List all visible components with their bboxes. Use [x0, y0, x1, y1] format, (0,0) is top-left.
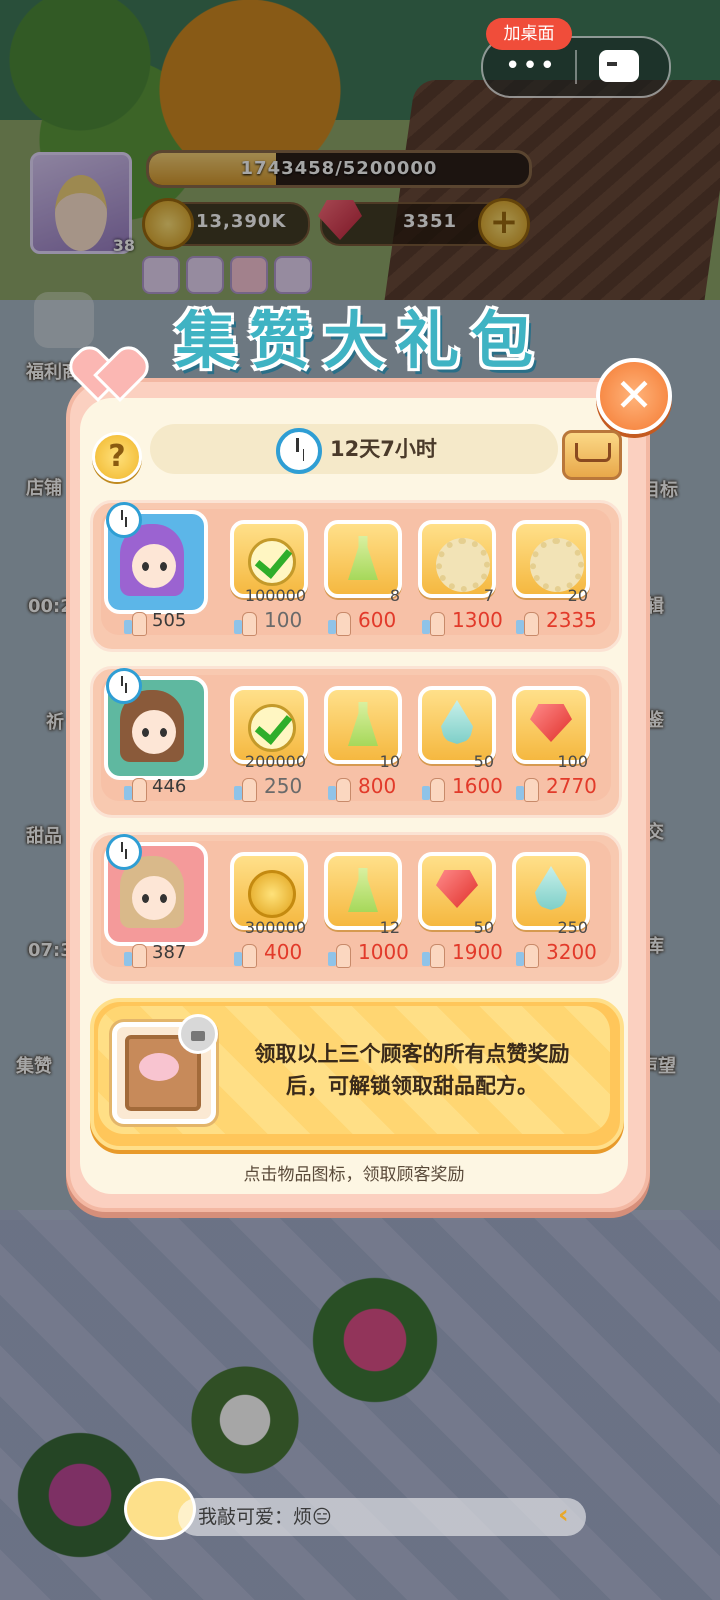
thumbs-up-icon [420, 610, 445, 636]
reward-quantity: 12 [379, 918, 400, 937]
drop-icon [535, 866, 567, 910]
customer-likes: 446 [152, 776, 187, 797]
customer-eye [142, 562, 149, 571]
reward-like-threshold: 1300 [452, 608, 503, 632]
thumbs-up-icon [514, 942, 539, 968]
reward-like-threshold: 1000 [358, 940, 409, 964]
thumbs-up-icon [420, 942, 445, 968]
thumbs-up-icon [326, 776, 351, 802]
reward-like-threshold: 100 [264, 608, 303, 632]
reward-like-threshold: 400 [264, 940, 303, 964]
customer-eye [142, 728, 149, 737]
thumbs-up-icon [514, 610, 539, 636]
reward-like-threshold: 800 [358, 774, 397, 798]
drop-icon [441, 700, 473, 744]
shop-cart-button[interactable] [562, 430, 622, 480]
chat-message: 我敲可爱：烦😑 [198, 1506, 332, 1528]
reward-quantity: 250 [557, 918, 588, 937]
capsule-divider [575, 50, 577, 84]
reward-quantity: 10 [379, 752, 400, 771]
gear-icon [436, 538, 490, 592]
customer-face [132, 876, 176, 920]
reward-quantity: 7 [483, 586, 494, 605]
customer-eye [160, 728, 167, 737]
add-to-desktop-button[interactable]: 加桌面 [486, 18, 572, 50]
reward-like-threshold: 1600 [452, 774, 503, 798]
thumbs-up-icon [232, 942, 257, 968]
customer-likes: 387 [152, 942, 187, 963]
close-button[interactable]: ✕ [596, 358, 672, 434]
hint-text: 点击物品图标，领取顾客奖励 [243, 1165, 465, 1185]
potion-icon [348, 868, 378, 912]
thumbs-up-icon [420, 776, 445, 802]
customer-eye [160, 894, 167, 903]
reward-quantity: 20 [567, 586, 588, 605]
alarm-clock-icon [106, 502, 142, 538]
customer-eye [160, 562, 167, 571]
coin-icon [248, 870, 296, 918]
lock-icon [178, 1014, 218, 1054]
thumbs-up-icon [122, 776, 147, 802]
reward-like-threshold: 2335 [546, 608, 597, 632]
reward-quantity: 50 [473, 752, 494, 771]
reward-like-threshold: 2770 [546, 774, 597, 798]
reward-quantity: 100 [557, 752, 588, 771]
check-icon [248, 704, 296, 752]
recipe-text-line1: 领取以上三个顾客的所有点赞奖励 [254, 1042, 570, 1066]
reward-like-threshold: 250 [264, 774, 303, 798]
thumbs-up-icon [122, 610, 147, 636]
thumbs-up-icon [232, 610, 257, 636]
reward-quantity: 8 [389, 586, 400, 605]
alarm-clock-icon [276, 428, 322, 474]
potion-icon [348, 536, 378, 580]
ruby-icon [436, 870, 478, 908]
ruby-icon [530, 704, 572, 742]
help-button[interactable]: ? [92, 432, 142, 482]
thumbs-up-icon [514, 776, 539, 802]
gamepad-icon[interactable] [599, 50, 639, 82]
recipe-text-line2: 后，可解锁领取甜品配方。 [286, 1074, 538, 1098]
potion-icon [348, 702, 378, 746]
reward-like-threshold: 600 [358, 608, 397, 632]
customer-likes: 505 [152, 610, 187, 631]
reward-like-threshold: 3200 [546, 940, 597, 964]
customer-eye [142, 894, 149, 903]
thumbs-up-icon [122, 942, 147, 968]
thumbs-up-icon [232, 776, 257, 802]
reward-quantity: 200000 [244, 752, 306, 771]
timer-text: 12天7小时 [330, 437, 437, 461]
thumbs-up-icon [326, 610, 351, 636]
more-menu-icon[interactable]: ••• [505, 53, 557, 79]
customer-face [132, 710, 176, 754]
alarm-clock-icon [106, 834, 142, 870]
reward-quantity: 50 [473, 918, 494, 937]
customer-face [132, 544, 176, 588]
gear-icon [530, 538, 584, 592]
reward-like-threshold: 1900 [452, 940, 503, 964]
chat-collapse-icon[interactable]: ‹ [558, 1500, 569, 1530]
reward-quantity: 300000 [244, 918, 306, 937]
reward-quantity: 100000 [244, 586, 306, 605]
check-icon [248, 538, 296, 586]
recipe-unlock-text: 领取以上三个顾客的所有点赞奖励 后，可解锁领取甜品配方。 [222, 1038, 602, 1102]
thumbs-up-icon [326, 942, 351, 968]
alarm-clock-icon [106, 668, 142, 704]
